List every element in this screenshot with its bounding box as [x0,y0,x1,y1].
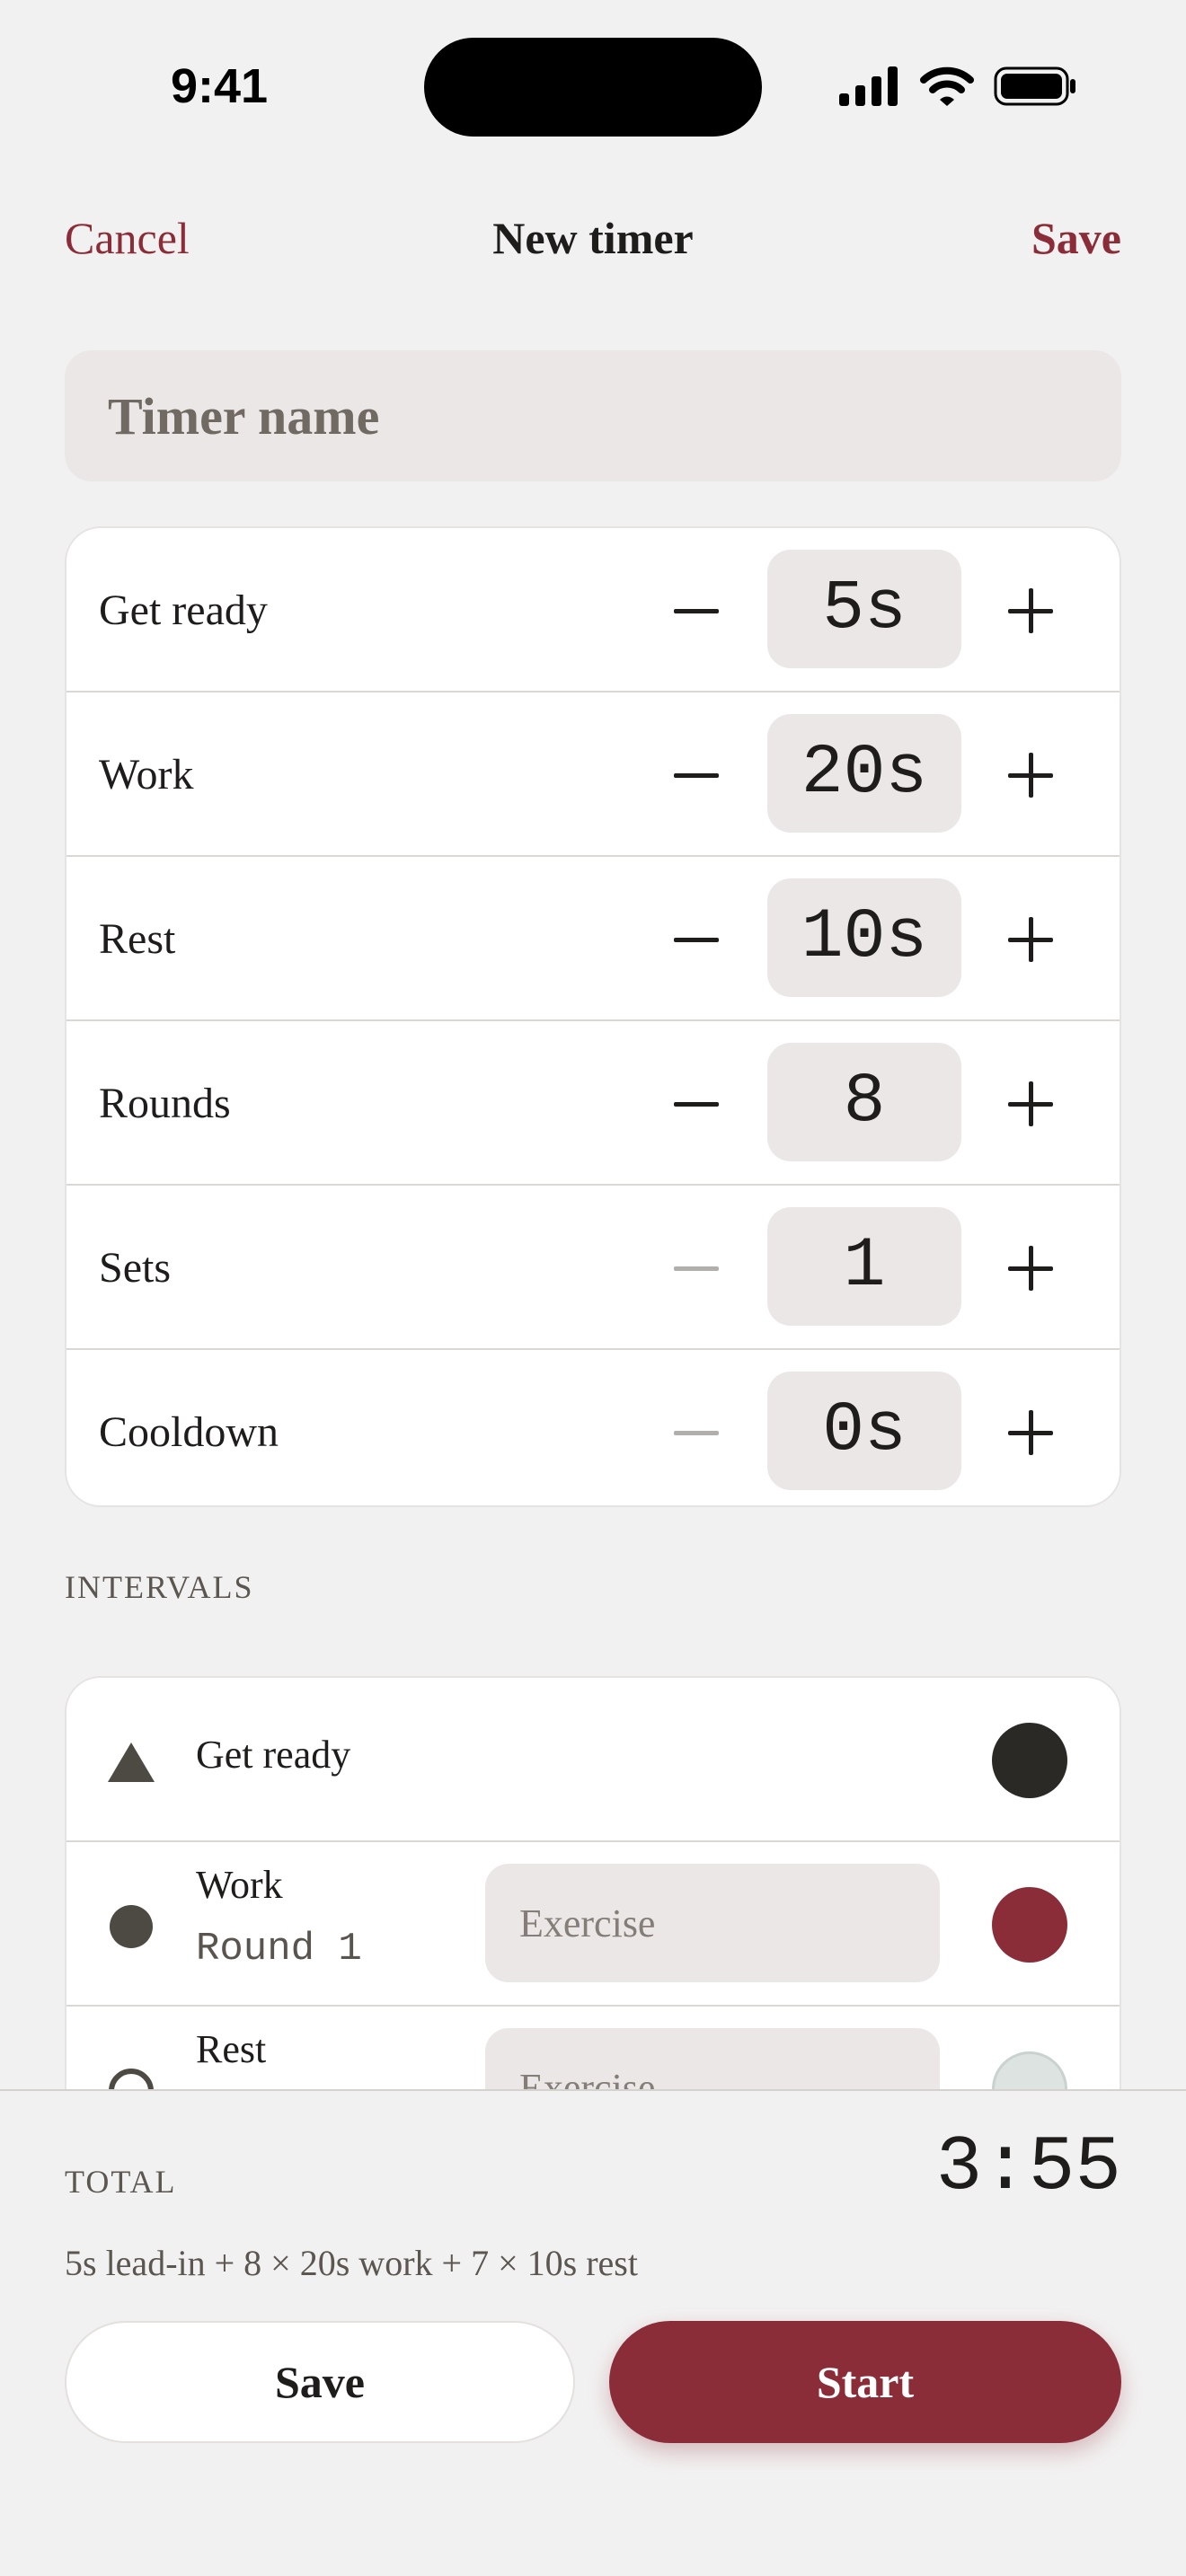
increment-button[interactable] [990,570,1071,651]
plus-icon [1008,1246,1053,1291]
total-duration: 3:55 [935,2123,1121,2211]
setting-row-rest: Rest 10s [66,857,1120,1021]
setting-label: Sets [99,1244,172,1292]
decrement-button[interactable] [656,570,737,651]
minus-icon [674,608,719,613]
interval-name: Get ready [196,1733,351,1777]
filled-circle-icon [110,1905,153,1948]
setting-label: Rounds [99,1080,231,1127]
plus-icon [1008,1410,1053,1455]
decrement-button[interactable] [656,735,737,816]
setting-label: Rest [99,915,176,963]
intervals-heading: INTERVALS [65,1569,254,1605]
setting-value[interactable]: 10s [767,878,961,997]
interval-color-swatch[interactable] [992,1887,1067,1963]
minus-icon [674,1101,719,1107]
status-time: 9:41 [171,59,269,113]
total-breakdown: 5s lead-in + 8 × 20s work + 7 × 10s rest [65,2243,638,2283]
interval-row-work[interactable]: Work Round 1 [66,1842,1120,2007]
new-timer-screen: 9:41 New timer Cancel Save Get ready 5s [0,0,1186,2576]
minus-icon [674,772,719,778]
setting-row-sets: Sets 1 [66,1186,1120,1350]
minus-icon [674,1430,719,1435]
nav-save-button[interactable]: Save [1031,207,1121,269]
setting-row-get-ready: Get ready 5s [66,528,1120,693]
minus-icon [674,937,719,942]
triangle-icon [108,1742,155,1782]
setting-label: Cooldown [99,1408,279,1456]
setting-row-rounds: Rounds 8 [66,1021,1120,1186]
plus-icon [1008,917,1053,962]
interval-row-get-ready[interactable]: Get ready [66,1678,1120,1842]
wifi-icon [920,66,974,106]
setting-value[interactable]: 20s [767,714,961,833]
plus-icon [1008,753,1053,798]
cellular-icon [839,66,898,106]
decrement-button[interactable] [656,1392,737,1473]
cancel-button[interactable]: Cancel [65,207,190,269]
increment-button[interactable] [990,735,1071,816]
interval-name: Rest [196,2027,267,2071]
interval-round-label: Round 1 [196,1927,362,1972]
timer-name-input[interactable] [65,350,1121,481]
plus-icon [1008,1081,1053,1126]
setting-value[interactable]: 5s [767,550,961,668]
interval-color-swatch[interactable] [992,1723,1067,1798]
setting-label: Get ready [99,587,268,634]
decrement-button[interactable] [656,899,737,980]
setting-value[interactable]: 1 [767,1207,961,1326]
total-label: TOTAL [65,2164,177,2200]
summary-sheet: TOTAL 3:55 5s lead-in + 8 × 20s work + 7… [0,2089,1186,2576]
start-button[interactable]: Start [609,2321,1121,2443]
increment-button[interactable] [990,1228,1071,1309]
save-button[interactable]: Save [65,2321,575,2443]
interval-name: Work [196,1863,283,1907]
plus-icon [1008,588,1053,633]
exercise-input[interactable] [485,1864,940,1982]
decrement-button[interactable] [656,1063,737,1144]
decrement-button[interactable] [656,1228,737,1309]
dynamic-island [424,38,762,137]
settings-card: Get ready 5s Work 20s Rest 10s Rounds 8 … [65,526,1121,1507]
battery-icon [994,66,1075,106]
increment-button[interactable] [990,899,1071,980]
minus-icon [674,1266,719,1271]
setting-label: Work [99,751,194,798]
increment-button[interactable] [990,1392,1071,1473]
setting-row-work: Work 20s [66,693,1120,857]
increment-button[interactable] [990,1063,1071,1144]
setting-row-cooldown: Cooldown 0s [66,1350,1120,1505]
setting-value[interactable]: 0s [767,1372,961,1490]
status-icons [839,59,1076,113]
setting-value[interactable]: 8 [767,1043,961,1161]
